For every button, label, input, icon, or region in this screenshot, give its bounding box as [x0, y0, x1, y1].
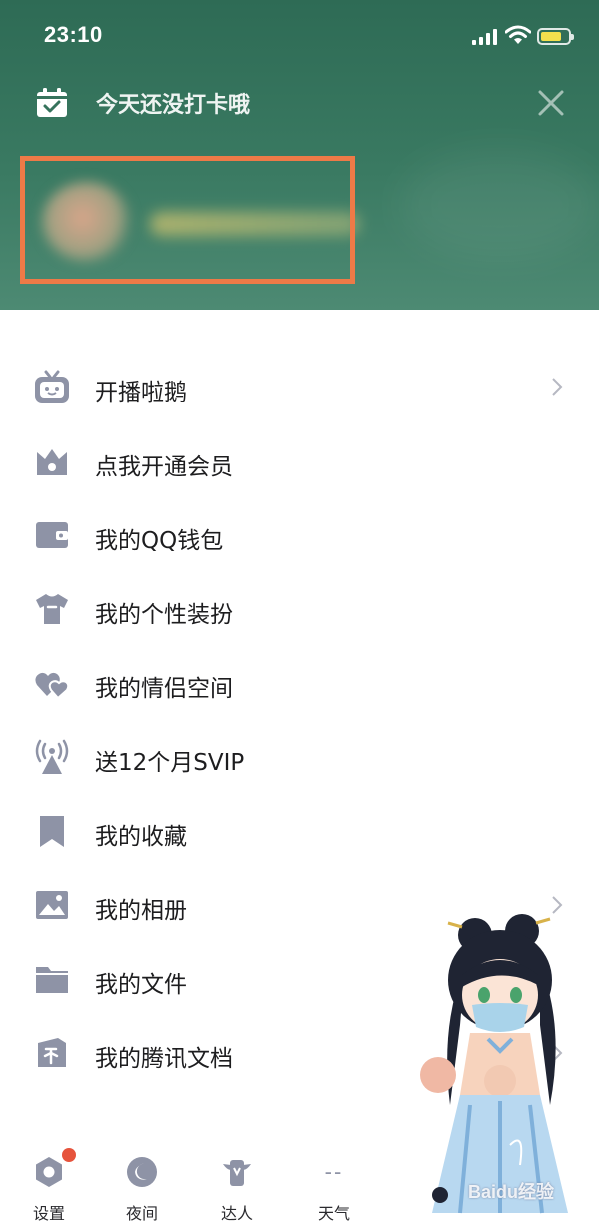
- checkin-text: 今天还没打卡哦: [96, 92, 251, 117]
- menu-item-label: 我的相册: [95, 898, 187, 924]
- expert-button[interactable]: 达人: [207, 1150, 267, 1223]
- expert-label: 达人: [220, 1204, 253, 1223]
- menu-item-label: 我的文件: [95, 972, 187, 998]
- battery-icon: [537, 28, 574, 45]
- menu-item-live[interactable]: 开播啦鹅: [0, 352, 599, 422]
- menu-item-label: 我的腾讯文档: [95, 1046, 233, 1072]
- menu-item-label: 点我开通会员: [95, 454, 233, 480]
- weather-value: --: [324, 1159, 344, 1184]
- menu-item-label: 开播啦鹅: [95, 380, 187, 406]
- night-mode-button[interactable]: 夜间: [112, 1150, 172, 1223]
- menu-item-label: 我的情侣空间: [95, 676, 233, 702]
- chevron-right-icon: [552, 378, 563, 396]
- menu-item-vip[interactable]: 点我开通会员: [0, 426, 599, 496]
- broadcast-icon: [35, 739, 69, 774]
- highlight-box: [20, 156, 355, 284]
- menu-item-label: 我的个性装扮: [95, 602, 233, 628]
- watermark: Baidu经验: [468, 1182, 555, 1202]
- night-label: 夜间: [125, 1204, 158, 1223]
- moon-icon: [127, 1157, 157, 1187]
- profile-header: 23:10 今天还没打卡哦: [0, 0, 599, 310]
- menu-item-svip[interactable]: 送12个月SVIP: [0, 722, 599, 792]
- settings-label: 设置: [32, 1204, 65, 1223]
- weather-button[interactable]: -- 天气: [304, 1150, 364, 1223]
- menu-item-label: 送12个月SVIP: [95, 750, 245, 776]
- status-time: 23:10: [44, 22, 103, 47]
- wallet-icon: [36, 522, 68, 548]
- photo-icon: [36, 891, 68, 919]
- gear-icon: [36, 1157, 62, 1187]
- menu-item-wallet[interactable]: 我的QQ钱包: [0, 500, 599, 570]
- crown-icon: [37, 449, 67, 475]
- hearts-icon: [35, 672, 70, 700]
- folder-icon: [36, 967, 68, 993]
- menu-item-couple[interactable]: 我的情侣空间: [0, 648, 599, 718]
- menu-item-label: 我的QQ钱包: [95, 528, 224, 554]
- weather-label: 天气: [317, 1204, 350, 1223]
- menu-item-theme[interactable]: 我的个性装扮: [0, 574, 599, 644]
- tencent-docs-icon: [38, 1038, 66, 1067]
- close-icon[interactable]: [534, 86, 568, 120]
- tv-icon: [35, 370, 69, 403]
- bookmark-icon: [40, 816, 64, 847]
- wifi-icon: [505, 25, 531, 44]
- menu-item-label: 我的收藏: [95, 824, 187, 850]
- status-bar: 23:10: [0, 0, 599, 70]
- checkin-banner[interactable]: 今天还没打卡哦: [36, 86, 250, 120]
- signal-icon: [472, 29, 498, 45]
- winged-badge-icon: [223, 1160, 251, 1186]
- calendar-check-icon: [37, 88, 67, 117]
- tshirt-icon: [36, 594, 68, 624]
- notification-dot: [62, 1148, 76, 1162]
- menu-item-favorites[interactable]: 我的收藏: [0, 796, 599, 866]
